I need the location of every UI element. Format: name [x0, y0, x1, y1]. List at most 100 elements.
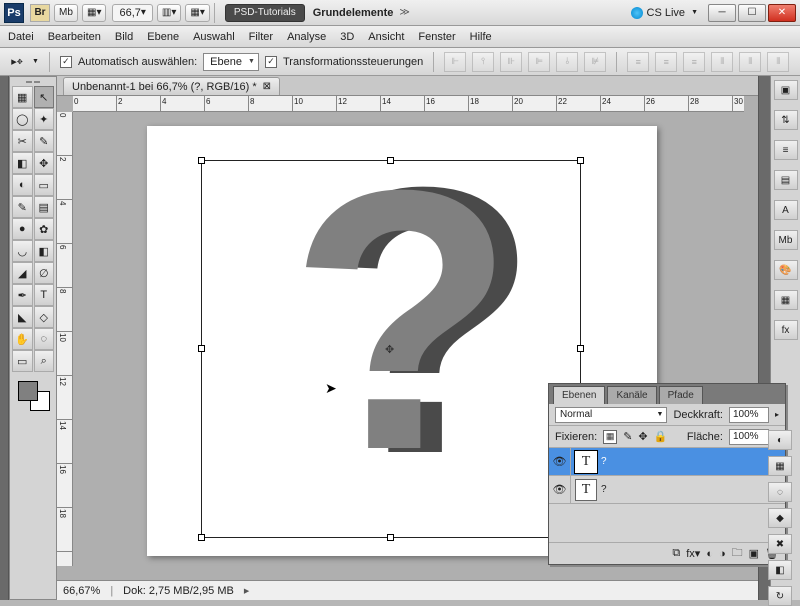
- tool-button[interactable]: ▭: [12, 350, 33, 372]
- panel-icon[interactable]: ◐: [768, 430, 792, 450]
- layer-fx-icon[interactable]: fx▾: [686, 547, 700, 560]
- distribute-button[interactable]: ≡: [683, 52, 705, 72]
- tab-paths[interactable]: Pfade: [659, 386, 703, 404]
- tool-button[interactable]: ▤: [34, 196, 55, 218]
- align-button[interactable]: ⊯: [584, 52, 606, 72]
- extras-button[interactable]: ▦▾: [185, 4, 209, 22]
- tool-button[interactable]: ◣: [12, 306, 33, 328]
- more-icon[interactable]: ≫: [399, 7, 409, 18]
- panel-icon[interactable]: ◆: [768, 508, 792, 528]
- menu-item[interactable]: Ansicht: [368, 31, 404, 43]
- mb-button[interactable]: Mb: [54, 4, 78, 22]
- tool-button[interactable]: ◇: [34, 306, 55, 328]
- bridge-icon[interactable]: Br: [30, 4, 50, 22]
- align-button[interactable]: ⊪: [500, 52, 522, 72]
- blend-mode-dropdown[interactable]: Normal: [555, 407, 667, 423]
- tool-button[interactable]: ◌: [34, 328, 55, 350]
- fill-input[interactable]: 100%: [729, 429, 769, 445]
- tool-button[interactable]: ◧: [12, 152, 33, 174]
- distribute-button[interactable]: ⦀: [767, 52, 789, 72]
- panel-icon[interactable]: ▦: [768, 456, 792, 476]
- foreground-color[interactable]: [18, 381, 38, 401]
- layer-type-dropdown[interactable]: Ebene: [203, 53, 259, 71]
- tool-button[interactable]: ▦: [12, 86, 33, 108]
- distribute-button[interactable]: ⦀: [739, 52, 761, 72]
- tab-layers[interactable]: Ebenen: [553, 386, 605, 404]
- auto-select-checkbox[interactable]: ✓: [60, 56, 72, 68]
- panel-icon[interactable]: fx: [774, 320, 798, 340]
- cslive-button[interactable]: CS Live▼: [631, 7, 698, 19]
- arrange-button[interactable]: ▥▾: [157, 4, 181, 22]
- transform-checkbox[interactable]: ✓: [265, 56, 277, 68]
- tab-channels[interactable]: Kanäle: [607, 386, 656, 404]
- workspace-psd-button[interactable]: PSD-Tutorials: [225, 4, 305, 22]
- tool-button[interactable]: ●: [12, 218, 33, 240]
- status-zoom[interactable]: 66,67%: [63, 585, 100, 597]
- tool-button[interactable]: ◢: [12, 262, 33, 284]
- panel-icon[interactable]: ◧: [768, 560, 792, 580]
- lock-position-icon[interactable]: ✥: [638, 430, 647, 443]
- menu-item[interactable]: Hilfe: [470, 31, 492, 43]
- panel-icon[interactable]: ≡: [774, 140, 798, 160]
- tool-button[interactable]: ✎: [12, 196, 33, 218]
- tool-button[interactable]: ✂: [12, 130, 33, 152]
- link-layers-icon[interactable]: ⧉: [672, 547, 680, 560]
- menu-item[interactable]: 3D: [340, 31, 354, 43]
- artwork-text[interactable]: ?: [289, 108, 515, 533]
- menu-item[interactable]: Auswahl: [193, 31, 235, 43]
- adjustment-layer-icon[interactable]: ◑: [719, 548, 726, 560]
- document-tab[interactable]: Unbenannt-1 bei 66,7% (?, RGB/16) * ⊠: [63, 77, 280, 95]
- panel-icon[interactable]: 🎨: [774, 260, 798, 280]
- new-layer-icon[interactable]: ▣: [749, 547, 759, 560]
- layer-thumbnail[interactable]: T: [575, 451, 597, 473]
- ruler-vertical[interactable]: 024681012141618: [57, 112, 73, 566]
- tool-button[interactable]: ✦: [34, 108, 55, 130]
- layer-row[interactable]: 👁T?: [549, 476, 785, 504]
- status-docsize[interactable]: Dok: 2,75 MB/2,95 MB: [123, 585, 234, 597]
- layer-mask-icon[interactable]: ◐: [706, 548, 713, 560]
- menu-item[interactable]: Datei: [8, 31, 34, 43]
- tool-button[interactable]: ∅: [34, 262, 55, 284]
- menu-item[interactable]: Filter: [249, 31, 273, 43]
- tool-button[interactable]: ✿: [34, 218, 55, 240]
- tool-button[interactable]: ◐: [12, 174, 33, 196]
- menu-item[interactable]: Bild: [115, 31, 133, 43]
- visibility-icon[interactable]: 👁: [549, 476, 571, 503]
- tool-button[interactable]: ✎: [34, 130, 55, 152]
- menu-item[interactable]: Ebene: [147, 31, 179, 43]
- menu-item[interactable]: Bearbeiten: [48, 31, 101, 43]
- tool-button[interactable]: ◯: [12, 108, 33, 130]
- close-tab-icon[interactable]: ⊠: [263, 81, 271, 92]
- panel-icon[interactable]: ↻: [768, 586, 792, 606]
- tool-button[interactable]: ◧: [34, 240, 55, 262]
- distribute-button[interactable]: ≡: [655, 52, 677, 72]
- tool-button[interactable]: ⌕: [34, 350, 55, 372]
- align-button[interactable]: ⊩: [444, 52, 466, 72]
- color-swatches[interactable]: [12, 379, 54, 411]
- panel-icon[interactable]: Mb: [774, 230, 798, 250]
- minimize-button[interactable]: ─: [708, 4, 736, 22]
- tool-button[interactable]: ↖: [34, 86, 55, 108]
- menu-item[interactable]: Analyse: [287, 31, 326, 43]
- panel-icon[interactable]: ▣: [774, 80, 798, 100]
- panel-icon[interactable]: ⇅: [774, 110, 798, 130]
- layer-row[interactable]: 👁T?: [549, 448, 785, 476]
- close-button[interactable]: ✕: [768, 4, 796, 22]
- tool-button[interactable]: ▭: [34, 174, 55, 196]
- layer-group-icon[interactable]: 🗀: [732, 544, 743, 563]
- panel-icon[interactable]: ▦: [774, 290, 798, 310]
- layer-name[interactable]: ?: [601, 456, 607, 467]
- panel-icon[interactable]: ◌: [768, 482, 792, 502]
- zoom-dropdown[interactable]: 66,7 ▾: [112, 4, 152, 22]
- menu-item[interactable]: Fenster: [418, 31, 455, 43]
- visibility-icon[interactable]: 👁: [549, 448, 571, 475]
- distribute-button[interactable]: ≡: [627, 52, 649, 72]
- tool-button[interactable]: ✋: [12, 328, 33, 350]
- layer-thumbnail[interactable]: T: [575, 479, 597, 501]
- panel-grip[interactable]: [12, 79, 54, 85]
- opacity-input[interactable]: 100%: [729, 407, 769, 423]
- lock-all-icon[interactable]: 🔒: [654, 430, 668, 443]
- distribute-button[interactable]: ⦀: [711, 52, 733, 72]
- screenmode-button[interactable]: ▦▾: [82, 4, 106, 22]
- tool-button[interactable]: ◡: [12, 240, 33, 262]
